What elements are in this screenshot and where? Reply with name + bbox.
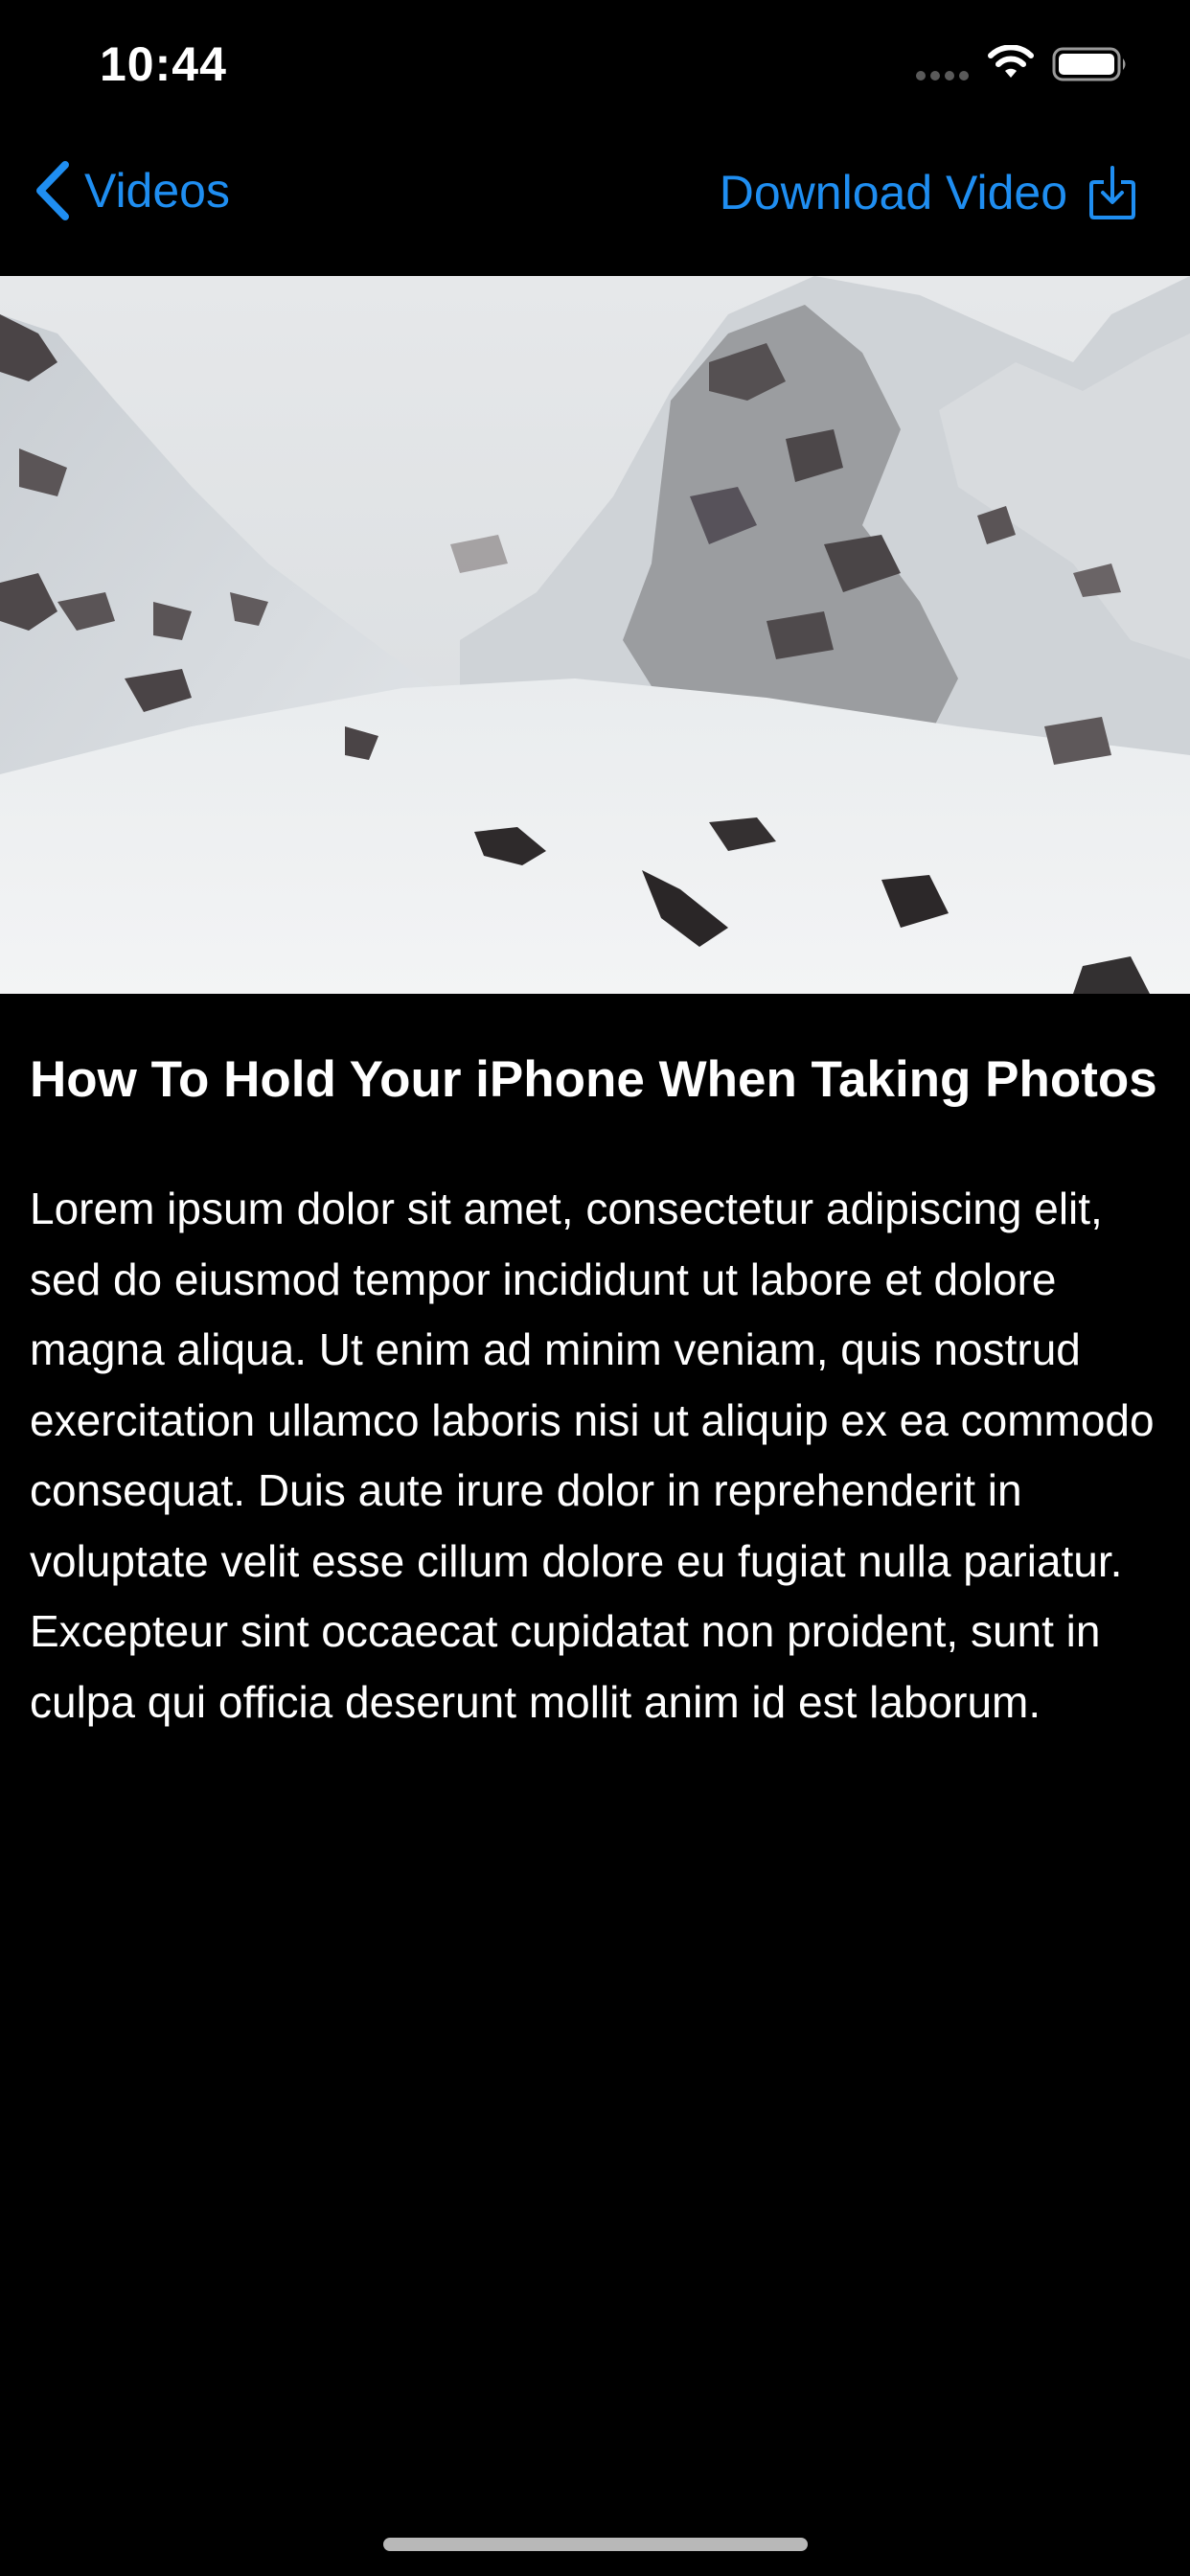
download-video-button[interactable]: Download Video bbox=[720, 157, 1136, 228]
video-player[interactable] bbox=[0, 276, 1190, 994]
chevron-left-icon bbox=[36, 161, 69, 220]
download-video-label: Download Video bbox=[719, 166, 1067, 219]
cellular-signal-icon bbox=[916, 71, 969, 80]
video-title: How To Hold Your iPhone When Taking Phot… bbox=[30, 1051, 1157, 1108]
video-thumbnail-image bbox=[0, 276, 1190, 994]
back-button-label: Videos bbox=[84, 164, 230, 218]
home-indicator[interactable] bbox=[383, 2538, 808, 2551]
back-button[interactable]: Videos bbox=[33, 157, 230, 224]
video-description: Lorem ipsum dolor sit amet, consectetur … bbox=[30, 1184, 1155, 1727]
article-content: How To Hold Your iPhone When Taking Phot… bbox=[30, 1045, 1160, 1737]
download-icon bbox=[1089, 166, 1135, 219]
status-time: 10:44 bbox=[100, 37, 227, 91]
wifi-icon bbox=[988, 45, 1034, 78]
status-bar: 10:44 bbox=[0, 0, 1190, 134]
navigation-bar: Videos Download Video bbox=[0, 134, 1190, 276]
battery-icon bbox=[1052, 47, 1126, 81]
